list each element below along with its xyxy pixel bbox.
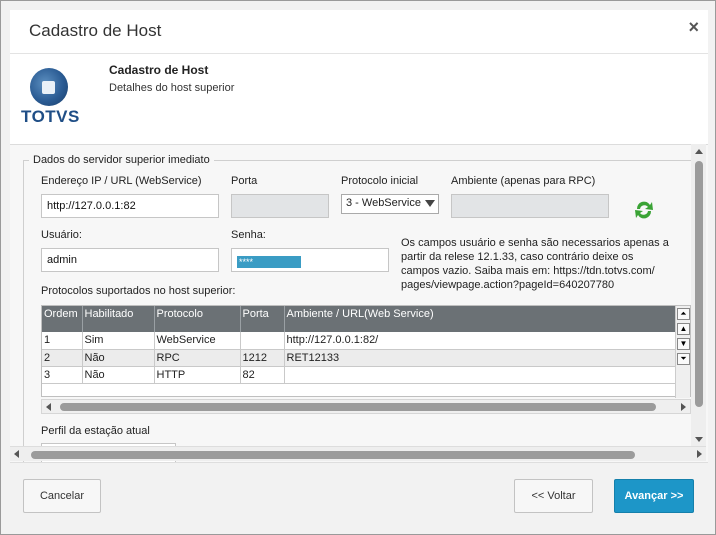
col-ambiente[interactable]: Ambiente / URL(Web Service): [284, 306, 677, 332]
cell: http://127.0.0.1:82/: [284, 332, 677, 350]
cell: 82: [240, 366, 285, 384]
scroll-thumb[interactable]: [60, 403, 656, 411]
dialog-title: Cadastro de Host: [29, 21, 162, 40]
cell: 2: [42, 349, 83, 367]
col-habilitado[interactable]: Habilitado: [82, 306, 155, 332]
scroll-left-icon[interactable]: [14, 450, 19, 458]
port-input[interactable]: [231, 194, 329, 218]
scroll-right-icon[interactable]: [681, 403, 686, 411]
header-title: Cadastro de Host: [109, 63, 209, 77]
cell: 3: [42, 366, 83, 384]
logo-text: TOTVS: [21, 107, 80, 126]
cell: WebService: [154, 332, 241, 350]
table-header-row: Ordem Habilitado Protocolo Porta Ambient…: [42, 306, 677, 332]
next-button[interactable]: Avançar >>: [614, 479, 694, 513]
environment-input[interactable]: [451, 194, 609, 218]
grid-horizontal-scrollbar[interactable]: [41, 399, 691, 414]
scroll-down-icon[interactable]: [695, 437, 703, 442]
cell: Sim: [82, 332, 155, 350]
table-row[interactable]: 1 Sim WebService http://127.0.0.1:82/: [42, 332, 677, 350]
cell: 1: [42, 332, 83, 350]
col-ordem[interactable]: Ordem: [42, 306, 83, 332]
title-bar: Cadastro de Host ×: [10, 10, 708, 54]
back-button-label: << Voltar: [531, 490, 576, 502]
footer: Cancelar << Voltar Avançar >>: [10, 462, 708, 527]
content-panel: Dados do servidor superior imediato Ende…: [10, 144, 708, 462]
cell: RET12133: [284, 349, 677, 367]
move-top-icon[interactable]: ⏶: [677, 308, 690, 320]
address-input[interactable]: [41, 194, 219, 218]
address-label: Endereço IP / URL (WebService): [41, 175, 202, 187]
cadastro-host-dialog: Cadastro de Host × TOTVS Cadastro de Hos…: [0, 0, 716, 535]
profile-label: Perfil da estação atual: [41, 425, 150, 437]
cell: [284, 366, 677, 384]
protocol-select-value: 3 - WebService: [346, 197, 421, 209]
logo-globe-icon: [30, 68, 68, 106]
scroll-up-icon[interactable]: [695, 149, 703, 154]
col-porta[interactable]: Porta: [240, 306, 285, 332]
header-subtitle: Detalhes do host superior: [109, 82, 235, 94]
protocol-select[interactable]: 3 - WebService: [341, 194, 439, 214]
col-protocolo[interactable]: Protocolo: [154, 306, 241, 332]
chevron-down-icon: [425, 200, 435, 207]
page-vertical-scrollbar[interactable]: [691, 144, 706, 446]
scroll-left-icon[interactable]: [46, 403, 51, 411]
password-input[interactable]: ****: [231, 248, 389, 272]
password-label: Senha:: [231, 229, 266, 241]
protocol-label: Protocolo inicial: [341, 175, 419, 187]
move-down-icon[interactable]: ▼: [677, 338, 690, 350]
refresh-icon[interactable]: [633, 198, 655, 222]
back-button[interactable]: << Voltar: [514, 479, 593, 513]
credentials-info-text: Os campos usuário e senha são necessario…: [401, 237, 669, 291]
next-button-label: Avançar >>: [624, 490, 684, 502]
totvs-logo: TOTVS: [21, 68, 80, 126]
close-icon[interactable]: ×: [688, 17, 699, 38]
move-bottom-icon[interactable]: ⏷: [677, 353, 690, 365]
fieldset-legend: Dados do servidor superior imediato: [29, 154, 214, 166]
table-row[interactable]: 2 Não RPC 1212 RET12133: [42, 349, 677, 367]
cell: RPC: [154, 349, 241, 367]
scroll-right-icon[interactable]: [697, 450, 702, 458]
protocols-label: Protocolos suportados no host superior:: [41, 285, 236, 297]
table-row[interactable]: 3 Não HTTP 82: [42, 366, 677, 384]
cell: [240, 332, 285, 350]
protocols-grid: Ordem Habilitado Protocolo Porta Ambient…: [41, 305, 691, 398]
cell: Não: [82, 366, 155, 384]
cell: HTTP: [154, 366, 241, 384]
cell: Não: [82, 349, 155, 367]
scroll-thumb[interactable]: [31, 451, 635, 459]
port-label: Porta: [231, 175, 258, 187]
grid-row-order-buttons: ⏶ ▲ ▼ ⏷: [675, 306, 690, 398]
user-label: Usuário:: [41, 229, 82, 241]
protocols-table: Ordem Habilitado Protocolo Porta Ambient…: [42, 306, 677, 384]
cancel-button-label: Cancelar: [39, 490, 85, 502]
page-horizontal-scrollbar[interactable]: [10, 446, 706, 461]
password-value: ****: [237, 256, 301, 268]
environment-label: Ambiente (apenas para RPC): [451, 175, 596, 187]
move-up-icon[interactable]: ▲: [677, 323, 690, 335]
cell: 1212: [240, 349, 285, 367]
header-area: TOTVS Cadastro de Host Detalhes do host …: [10, 54, 708, 144]
user-input[interactable]: [41, 248, 219, 272]
scroll-thumb[interactable]: [695, 161, 703, 407]
cancel-button[interactable]: Cancelar: [23, 479, 101, 513]
